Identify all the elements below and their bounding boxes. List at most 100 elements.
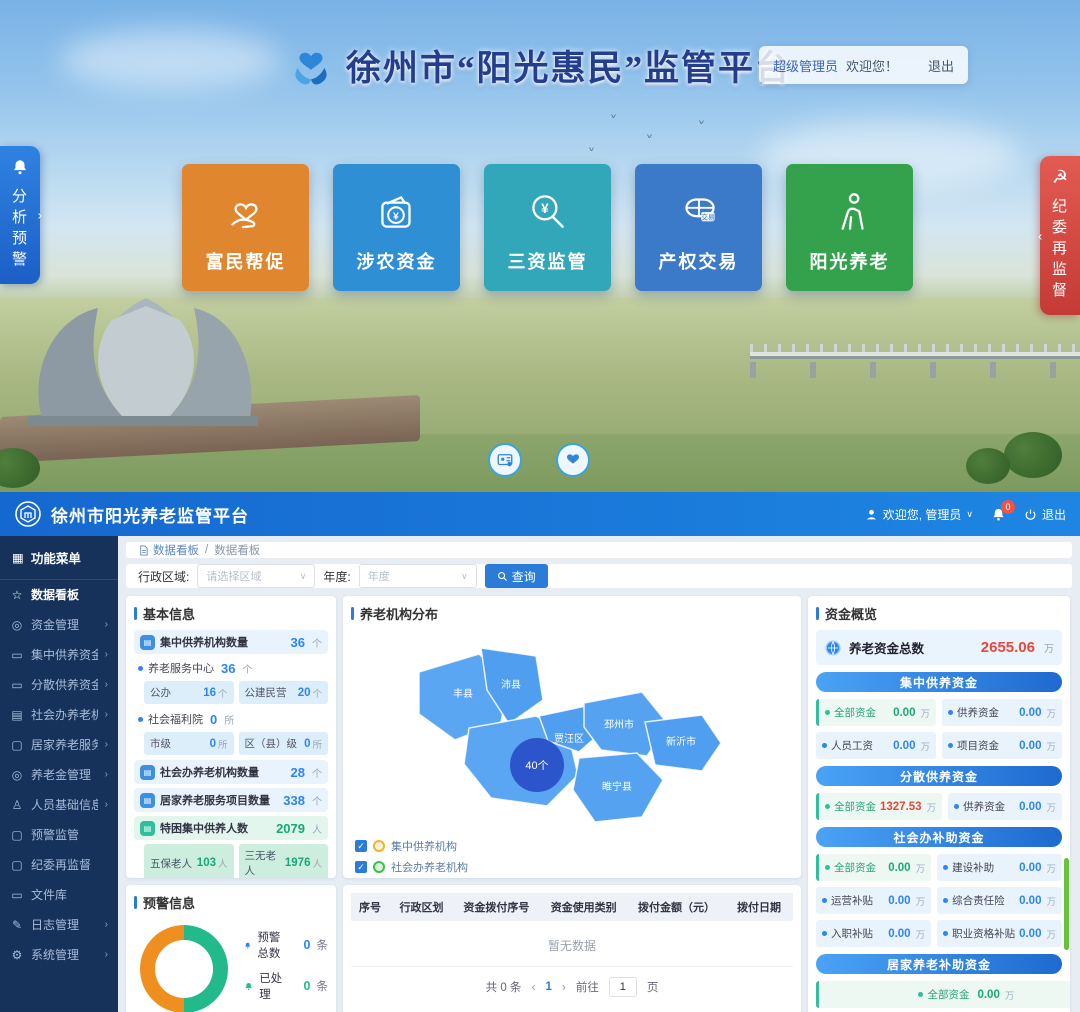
module-tile-三资监管[interactable]: ¥三资监管 (484, 164, 611, 291)
dashboard-title: 徐州市阳光养老监管平台 (51, 502, 249, 527)
discipline-supervision-tab[interactable]: ☭ 纪委再监督 ‹ (1040, 156, 1080, 315)
chip-unit: 人 (312, 856, 322, 870)
gear-icon: ⚙ (10, 948, 24, 962)
module-tile-富民帮促[interactable]: 富民帮促 (182, 164, 309, 291)
xuzhou-districts-map[interactable]: 丰县 沛县 贾汪区 邳州市 新沂市 睢宁县 40个 (351, 630, 793, 842)
funds-cell-unit: 万 (1046, 800, 1056, 814)
year-filter-label: 年度: (323, 568, 350, 585)
sidebar-item-资金管理[interactable]: ◎资金管理› (0, 610, 118, 640)
sidebar-item-养老金管理[interactable]: ◎养老金管理› (0, 760, 118, 790)
sidebar-item-纪委再监督[interactable]: ▢纪委再监督 (0, 850, 118, 880)
monitor-icon: ▢ (10, 828, 24, 842)
search-icon (497, 571, 508, 582)
goto-page-input[interactable] (609, 977, 637, 997)
checkbox-checked-icon[interactable]: ✓ (355, 861, 367, 873)
basic-info-panel: 基本信息 ▤集中供养机构数量36个养老服务中心36个公办16个公建民营20个社会… (126, 596, 336, 878)
basic-info-title: 基本信息 (134, 604, 328, 623)
funds-cell-label: 全部资金 (834, 860, 876, 875)
funds-cell-unit: 万 (916, 927, 926, 941)
bullet-icon (943, 931, 948, 936)
edit-icon: ✎ (10, 918, 24, 932)
funds-cell-label: 入职补贴 (831, 926, 873, 941)
sidebar-item-分散供养资金[interactable]: ▭分散供养资金› (0, 670, 118, 700)
sidebar-item-人员基础信息[interactable]: ♙人员基础信息› (0, 790, 118, 820)
tile-label: 富民帮促 (206, 248, 286, 274)
funds-cell-value: 0.00 (1019, 895, 1041, 907)
module-tile-涉农资金[interactable]: ¥涉农资金 (333, 164, 460, 291)
sidebar-item-label: 居家养老服务项目 (31, 738, 98, 752)
funds-cell-unit: 万 (920, 706, 930, 720)
next-page-button[interactable]: › (562, 980, 566, 994)
sidebar-item-label: 预警监管 (31, 828, 79, 842)
funds-cell-label: 全部资金 (834, 705, 876, 720)
logout-button[interactable]: 退出 (1024, 506, 1066, 523)
funds-cell-运营补贴: 运营补贴0.00万 (816, 887, 931, 914)
map-legend-item-集中供养机构[interactable]: ✓集中供养机构 (355, 838, 479, 854)
id-card-icon (496, 451, 514, 469)
care-heart-button[interactable] (556, 443, 590, 477)
notifications-button[interactable]: 0 (991, 507, 1006, 522)
funds-section-header-分散供养资金: 分散供养资金 (816, 766, 1062, 786)
sidebar-item-日志管理[interactable]: ✎日志管理› (0, 910, 118, 940)
stat-label: 社会办养老机构数量 (160, 764, 259, 780)
sidebar: ▦ 功能菜单 ☆数据看板◎资金管理›▭集中供养资金›▭分散供养资金›▤社会办养老… (0, 536, 118, 1012)
map-region-label: 睢宁县 (602, 780, 632, 793)
welcome-text: 欢迎您, 管理员 (883, 506, 962, 523)
current-page-button[interactable]: 1 (545, 981, 551, 993)
prev-page-button[interactable]: ‹ (531, 980, 535, 994)
doc-icon: ▤ (10, 708, 24, 722)
sidebar-item-预警监管[interactable]: ▢ 预警监管 (0, 820, 118, 850)
sidebar-item-数据看板[interactable]: ☆数据看板 (0, 580, 118, 610)
sidebar-item-集中供养资金[interactable]: ▭集中供养资金› (0, 640, 118, 670)
query-button[interactable]: 查询 (485, 564, 548, 588)
chip-label: 市级 (150, 736, 171, 751)
hero-logout-button[interactable]: 退出 (928, 56, 954, 75)
bell-icon (244, 939, 251, 952)
breadcrumb-root[interactable]: 数据看板 (138, 542, 199, 558)
module-tile-阳光养老[interactable]: 阳光养老 (786, 164, 913, 291)
sidebar-item-社会办养老机构[interactable]: ▤社会办养老机构› (0, 700, 118, 730)
breadcrumb: 数据看板 / 数据看板 (126, 542, 1072, 558)
year-select[interactable]: 年度 ∨ (359, 564, 477, 588)
bullet-icon (825, 865, 830, 870)
funds-cell-全部资金: 全部资金0.00万 (816, 981, 1070, 1008)
sidebar-item-文件库[interactable]: ▭文件库 (0, 880, 118, 910)
hero-welcome-text: 欢迎您！ (846, 56, 898, 75)
stat-row-社会办养老机构数量: ▤社会办养老机构数量28个 (134, 760, 328, 784)
id-card-button[interactable] (488, 443, 522, 477)
institution-map-panel: 养老机构分布 丰县 (343, 596, 801, 878)
sidebar-item-label: 系统管理 (31, 948, 79, 962)
stat-value: 36 (291, 635, 305, 650)
dashboard-logo-icon (14, 500, 42, 528)
funds-cell-value: 0.00 (1019, 707, 1041, 719)
cloud-decoration (60, 30, 280, 90)
stat-unit: 人 (312, 821, 322, 836)
region-select[interactable]: 请选择区域 ∨ (197, 564, 315, 588)
map-legend-item-社会办养老机构[interactable]: ✓社会办养老机构 (355, 859, 479, 875)
bullet-icon (825, 710, 830, 715)
sidebar-item-居家养老服务项目[interactable]: ▢居家养老服务项目› (0, 730, 118, 760)
chevron-right-icon: › (105, 708, 108, 722)
user-menu[interactable]: 欢迎您, 管理员 ∨ (865, 506, 973, 523)
scrollbar-thumb[interactable] (1064, 858, 1069, 950)
sub-stat-养老服务中心: 养老服务中心36个 (134, 658, 328, 678)
analysis-warning-tab[interactable]: 分析预警 › (0, 146, 40, 284)
star-icon: ☆ (10, 588, 24, 602)
funds-table-panel: 序号行政区划资金拨付序号资金使用类别拨付金额（元）拨付日期 暂无数据 共 0 条… (343, 885, 801, 1012)
module-tile-产权交易[interactable]: 交易产权交易 (635, 164, 762, 291)
chip-label: 区（县）级 (245, 736, 298, 751)
user-icon (865, 508, 878, 521)
hero-landing: ᵛ ᵛ ᵛ ᵛ 徐州市“阳光惠民”监管平台 超级管理员 欢迎您！ 退出 分析预警… (0, 0, 1080, 492)
folder-icon: ▭ (10, 648, 24, 662)
funds-cell-label: 供养资金 (963, 799, 1005, 814)
svg-text:交易: 交易 (701, 212, 715, 221)
sidebar-item-系统管理[interactable]: ⚙系统管理› (0, 940, 118, 970)
funds-cell-value: 0.00 (1019, 801, 1041, 813)
chevron-right-icon: › (105, 738, 108, 752)
chip-value: 0 (210, 738, 216, 750)
doc-badge-icon: ▤ (140, 821, 155, 836)
funds-cell-label: 职业资格补贴 (952, 926, 1015, 941)
checkbox-checked-icon[interactable]: ✓ (355, 840, 367, 852)
funds-cell-unit: 万 (1046, 861, 1056, 875)
total-funds-label: 养老资金总数 (849, 638, 924, 657)
